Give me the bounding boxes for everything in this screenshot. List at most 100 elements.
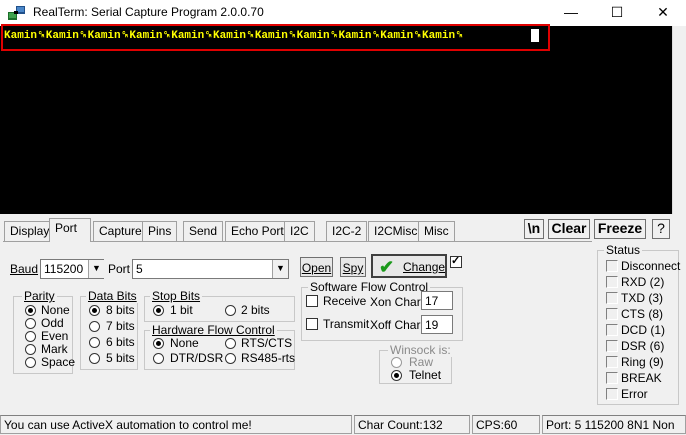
- port-label: Port: [108, 262, 131, 276]
- parity-even-radio[interactable]: [25, 331, 36, 342]
- change-checkbox[interactable]: [450, 254, 462, 268]
- port-value: 5: [136, 262, 143, 276]
- parity-even-label: Even: [41, 329, 69, 343]
- led-break: [606, 372, 618, 384]
- status-rxd: RXD (2): [621, 275, 665, 289]
- port-select[interactable]: 5: [132, 259, 289, 279]
- spy-button[interactable]: Spy: [340, 257, 366, 277]
- transmit-checkbox[interactable]: [306, 318, 318, 330]
- window-title: RealTerm: Serial Capture Program 2.0.0.7…: [33, 5, 264, 19]
- tab-i2c[interactable]: I2C: [284, 221, 315, 241]
- status-dcd: DCD (1): [621, 323, 665, 337]
- tab-divider: [3, 241, 592, 242]
- status-cts: CTS (8): [621, 307, 663, 321]
- xon-input[interactable]: 17: [421, 291, 453, 310]
- led-dsr: [606, 340, 618, 352]
- close-icon: ✕: [657, 4, 669, 20]
- led-ring: [606, 356, 618, 368]
- baud-label: Baud: [10, 262, 39, 276]
- data-bits-5-radio[interactable]: [89, 353, 100, 364]
- stop-bits-1-radio[interactable]: [153, 305, 164, 316]
- tab-port[interactable]: Port: [49, 218, 91, 242]
- parity-odd-label: Odd: [41, 316, 64, 330]
- xoff-input[interactable]: 19: [421, 315, 453, 334]
- data-bits-7-radio[interactable]: [89, 321, 100, 332]
- led-disconnect: [606, 260, 618, 272]
- parity-mark-radio[interactable]: [25, 344, 36, 355]
- data-bits-8-label: 8 bits: [106, 303, 135, 317]
- parity-none-label: None: [41, 303, 70, 317]
- winsock-raw-label: Raw: [409, 355, 434, 369]
- port-dropdown-icon[interactable]: ▼: [272, 260, 288, 278]
- vertical-scrollbar[interactable]: [672, 26, 686, 214]
- parity-space-radio[interactable]: [25, 357, 36, 368]
- change-button[interactable]: ✔ Change: [371, 254, 447, 278]
- status-title: Status: [604, 243, 643, 257]
- xoff-label: Xoff Char:: [370, 318, 424, 332]
- hw-flow-rs485-label: RS485-rts: [241, 351, 296, 365]
- data-bits-5-label: 5 bits: [106, 351, 135, 365]
- led-dcd: [606, 324, 618, 336]
- data-bits-title: Data Bits: [86, 289, 139, 303]
- led-rxd: [606, 276, 618, 288]
- data-bits-8-radio[interactable]: [89, 305, 100, 316]
- hw-flow-rtscts-label: RTS/CTS: [241, 336, 293, 350]
- receive-checkbox[interactable]: [306, 295, 318, 307]
- winsock-telnet-label: Telnet: [409, 368, 442, 382]
- newline-button[interactable]: \n: [524, 219, 544, 239]
- open-button[interactable]: Open: [300, 257, 333, 277]
- stop-bits-2-radio[interactable]: [225, 305, 236, 316]
- hw-flow-rs485-radio[interactable]: [225, 353, 236, 364]
- tab-misc[interactable]: Misc: [418, 221, 455, 241]
- tab-echo-port[interactable]: Echo Port: [225, 221, 290, 241]
- tab-i2cmisc[interactable]: I2CMisc: [368, 221, 424, 241]
- help-button[interactable]: ?: [652, 219, 670, 239]
- winsock-telnet-radio[interactable]: [391, 370, 402, 381]
- terminal-display[interactable]: [0, 26, 672, 214]
- stop-bits-1-label: 1 bit: [170, 303, 193, 317]
- led-error: [606, 388, 618, 400]
- tab-display[interactable]: Display: [4, 221, 56, 241]
- data-bits-6-label: 6 bits: [106, 335, 135, 349]
- close-button[interactable]: ✕: [640, 0, 686, 26]
- statusbar-message: You can use ActiveX automation to contro…: [0, 415, 352, 434]
- data-bits-7-label: 7 bits: [106, 319, 135, 333]
- parity-none-radio[interactable]: [25, 305, 36, 316]
- tab-pins[interactable]: Pins: [142, 221, 178, 241]
- checkmark-icon: ✔: [379, 257, 395, 277]
- tab-capture[interactable]: Capture: [93, 221, 148, 241]
- highlight-box: [1, 24, 550, 51]
- status-disconnect: Disconnect: [621, 259, 681, 273]
- stop-bits-title: Stop Bits: [150, 289, 203, 303]
- status-dsr: DSR (6): [621, 339, 665, 353]
- baud-value: 115200: [44, 262, 84, 276]
- change-label: Change: [403, 260, 446, 274]
- data-bits-6-radio[interactable]: [89, 337, 100, 348]
- receive-label: Receive: [323, 294, 367, 308]
- minimize-icon: —: [564, 4, 578, 20]
- status-break: BREAK: [621, 371, 662, 385]
- baud-dropdown-icon[interactable]: ▼: [88, 260, 104, 278]
- transmit-label: Transmit: [323, 317, 370, 331]
- maximize-button[interactable]: ☐: [594, 0, 640, 26]
- hw-flow-dtrdsr-radio[interactable]: [153, 353, 164, 364]
- stop-bits-2-label: 2 bits: [241, 303, 270, 317]
- statusbar-char-count: Char Count:132: [354, 415, 470, 434]
- app-icon: [8, 5, 26, 21]
- tab-i2c-2[interactable]: I2C-2: [326, 221, 368, 241]
- clear-button[interactable]: Clear: [548, 219, 590, 239]
- statusbar-cps: CPS:60: [472, 415, 540, 434]
- tab-send[interactable]: Send: [183, 221, 224, 241]
- maximize-icon: ☐: [610, 4, 624, 20]
- parity-odd-radio[interactable]: [25, 318, 36, 329]
- freeze-button[interactable]: Freeze: [594, 219, 646, 239]
- parity-title: Parity: [22, 289, 57, 303]
- led-txd: [606, 292, 618, 304]
- xon-label: Xon Char:: [370, 295, 425, 309]
- hw-flow-rtscts-radio[interactable]: [225, 338, 236, 349]
- hw-flow-none-radio[interactable]: [153, 338, 164, 349]
- statusbar-port-info: Port: 5 115200 8N1 Non: [542, 415, 686, 434]
- sw-flow-title: Software Flow Control: [308, 280, 431, 294]
- winsock-raw-radio[interactable]: [391, 357, 402, 368]
- minimize-button[interactable]: —: [548, 0, 594, 26]
